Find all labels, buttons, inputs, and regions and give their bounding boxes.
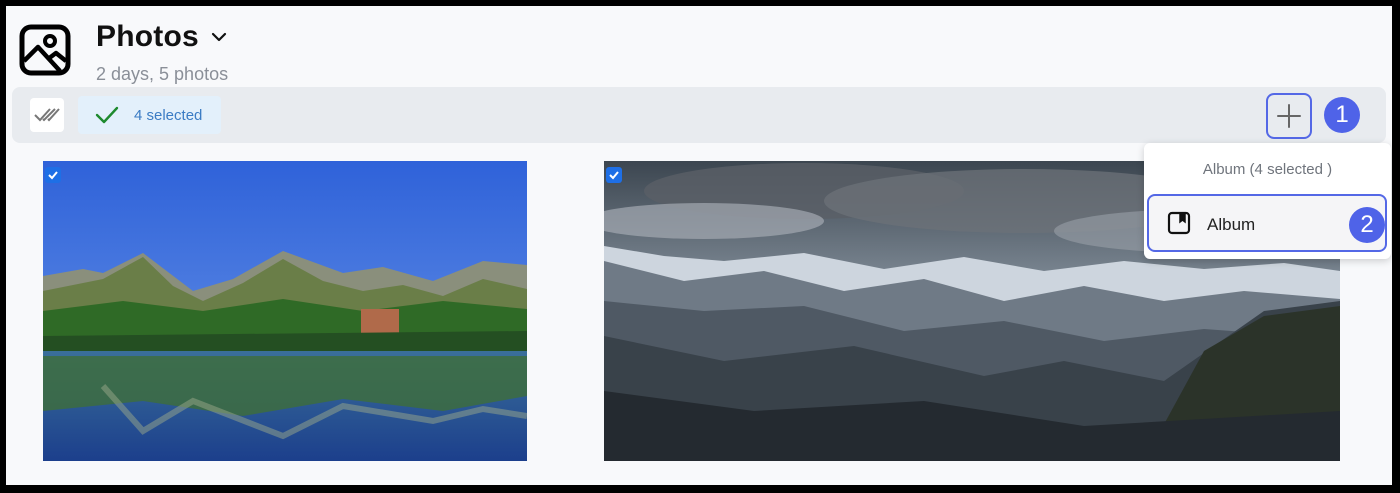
photos-window: Photos 2 days, 5 photos 4 selected 1 Alb… [4, 4, 1394, 487]
image-icon [19, 24, 71, 76]
double-check-icon [34, 108, 60, 122]
page-title: Photos [96, 20, 199, 53]
bookmark-album-icon [1167, 211, 1191, 235]
select-all-button[interactable] [30, 98, 64, 132]
chevron-down-icon[interactable] [209, 27, 229, 47]
photo-checkbox[interactable] [606, 167, 622, 183]
mountain-lake-photo [43, 161, 527, 461]
selected-count-chip[interactable]: 4 selected [78, 96, 221, 134]
selection-toolbar: 4 selected 1 [12, 87, 1386, 143]
check-icon [95, 106, 119, 124]
title-row[interactable]: Photos [96, 20, 229, 54]
add-button[interactable] [1266, 93, 1312, 139]
check-icon [609, 171, 619, 180]
album-menu-item[interactable]: Album 2 [1147, 194, 1387, 252]
album-menu-label: Album [1207, 215, 1256, 234]
add-to-dropdown: Album (4 selected ) Album 2 [1144, 143, 1391, 259]
dropdown-header: Album (4 selected ) [1202, 161, 1333, 178]
photo-mountain-lake[interactable] [43, 161, 527, 461]
plus-icon [1277, 104, 1301, 128]
page-subtitle: 2 days, 5 photos [96, 64, 229, 84]
step-badge-1: 1 [1324, 97, 1360, 133]
selected-count-label: 4 selected [134, 106, 203, 124]
check-icon [48, 171, 58, 180]
photo-checkbox[interactable] [45, 167, 61, 183]
step-badge-2: 2 [1349, 207, 1385, 243]
